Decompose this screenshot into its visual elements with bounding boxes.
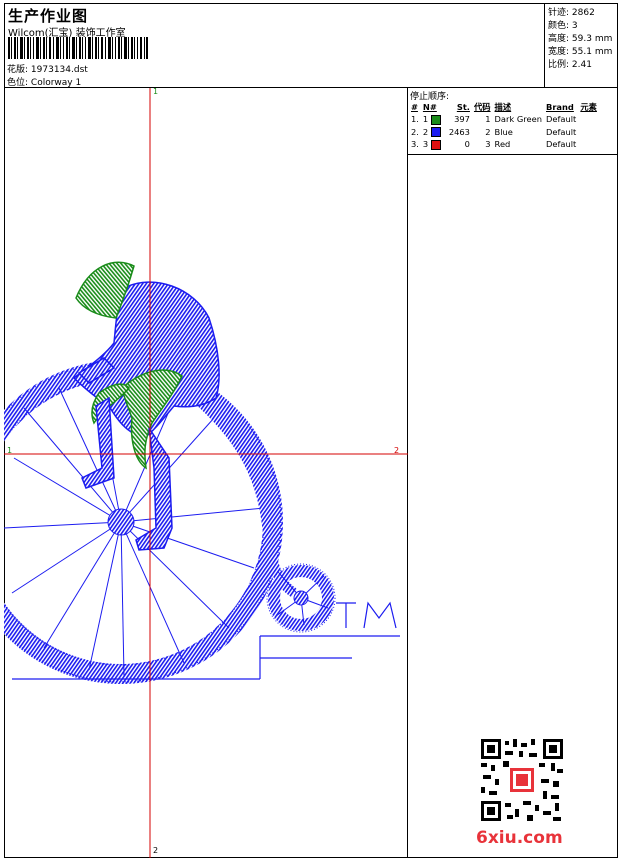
stat-stitches-value: 2862 [571, 8, 595, 18]
row-brand: Default [546, 114, 577, 125]
center-crosshair [4, 88, 408, 858]
col-stitches: St. [456, 102, 470, 112]
row-desc: Blue [494, 126, 513, 137]
header-info: 生产作业图 Wilcom(汇宝) 装饰工作室 花版: 1973134.dst 色… [4, 3, 545, 88]
row-stitches: 0 [464, 139, 470, 150]
row-needle: 1 [421, 113, 443, 126]
row-brand: Default [546, 126, 577, 137]
stop-sequence-table: # N# St. 代码 描述 Brand 元素 1. 1 397 1 Dark … [409, 101, 599, 151]
stats-panel: 针迹: 2862 颜色: 3 高度: 59.3 mm 宽度: 55.1 mm 比… [545, 3, 618, 88]
row-desc: Dark Green [494, 114, 542, 125]
stat-colors: 颜色: 3 [548, 18, 578, 31]
table-row: 1. 1 397 1 Dark Green Default [409, 113, 599, 126]
row-element [578, 138, 599, 151]
stat-height-value: 59.3 mm [571, 34, 613, 44]
axis-label-top: 1 [153, 87, 159, 96]
row-code: 1 [485, 114, 491, 125]
stat-height: 高度: 59.3 mm [548, 31, 612, 44]
color-swatch [430, 139, 441, 150]
color-swatch [430, 127, 441, 137]
design-canvas: 1 2 1 2 [0, 87, 408, 858]
colorway-label: 色位: [7, 78, 29, 88]
row-index: 1. [411, 114, 419, 125]
stop-sequence-panel: 停止顺序: # N# St. 代码 描述 Brand 元素 1. 1 397 1… [408, 88, 618, 858]
stat-stitches-label: 针迹: [548, 8, 570, 18]
barcode [8, 37, 148, 59]
row-index: 2. [411, 126, 419, 137]
row-stitches: 397 [454, 114, 470, 125]
stop-sequence-header: 停止顺序: # N# St. 代码 描述 Brand 元素 1. 1 397 1… [408, 88, 618, 155]
row-element [578, 126, 599, 139]
row-code: 2 [485, 126, 491, 137]
embroidery-preview [0, 88, 408, 858]
col-brand: Brand [546, 102, 574, 112]
col-element: 元素 [580, 102, 597, 112]
row-needle: 2 [421, 126, 443, 139]
stat-width: 宽度: 55.1 mm [548, 44, 612, 57]
color-swatch [430, 114, 441, 125]
row-desc: Red [494, 139, 511, 150]
table-row: 2. 2 2463 2 Blue Default [409, 126, 599, 139]
design-label: 花版: [7, 65, 29, 75]
watermark-logo: 6xiu.com [476, 828, 563, 848]
col-code: 代码 [473, 102, 491, 112]
colorway-line: 色位: Colorway 1 [7, 75, 81, 88]
row-index: 3. [411, 139, 419, 150]
row-brand: Default [546, 139, 577, 150]
stat-scale-label: 比例: [548, 60, 570, 70]
row-code: 3 [485, 139, 491, 150]
table-row: 3. 3 0 3 Red Default [409, 138, 599, 151]
qr-code [481, 739, 563, 821]
row-stitches: 2463 [448, 126, 470, 137]
axis-label-left: 1 [7, 446, 13, 455]
stat-colors-label: 颜色: [548, 21, 570, 31]
stat-scale: 比例: 2.41 [548, 57, 592, 70]
col-needle: N# [422, 102, 437, 112]
stat-scale-value: 2.41 [571, 60, 592, 70]
axis-label-right: 2 [394, 446, 400, 455]
design-line: 花版: 1973134.dst [7, 62, 88, 75]
colorway-value: Colorway 1 [30, 78, 82, 88]
row-element [578, 113, 599, 126]
stat-stitches: 针迹: 2862 [548, 5, 595, 18]
stat-height-label: 高度: [548, 34, 570, 44]
design-value: 1973134.dst [30, 65, 88, 75]
stat-width-value: 55.1 mm [571, 47, 613, 57]
col-desc: 描述 [494, 102, 512, 112]
stat-colors-value: 3 [571, 21, 578, 31]
page-title: 生产作业图 [8, 7, 89, 25]
col-index: # [411, 102, 418, 112]
stat-width-label: 宽度: [548, 47, 570, 57]
row-needle: 3 [421, 138, 443, 151]
axis-label-bottom: 2 [153, 846, 159, 855]
